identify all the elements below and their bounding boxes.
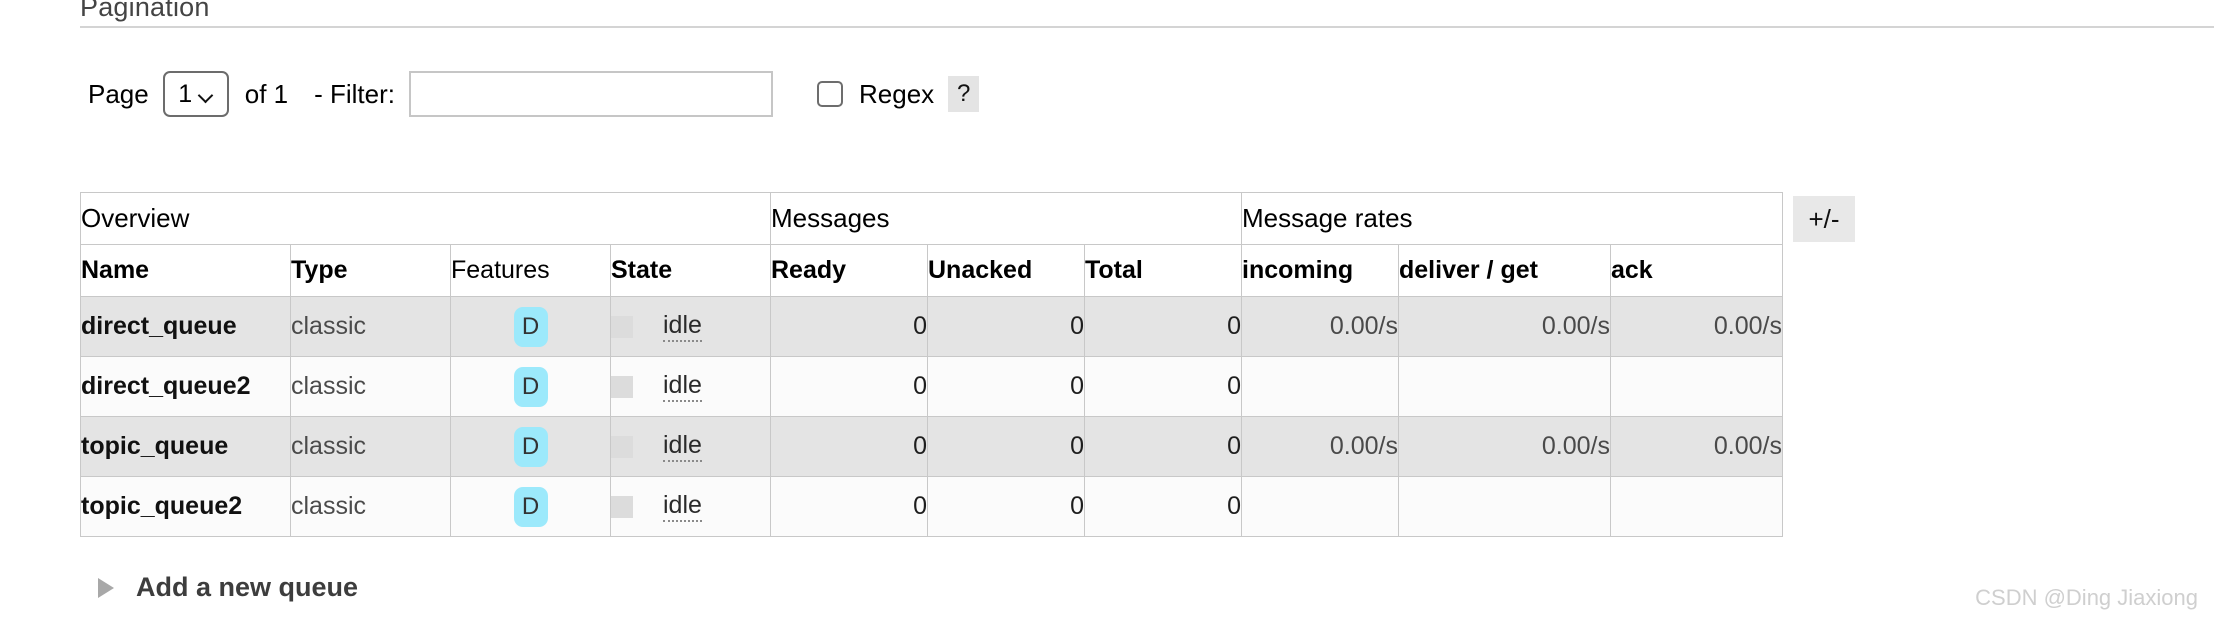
messages-ready: 0	[770, 476, 928, 537]
queue-type: classic	[290, 416, 451, 477]
durable-badge-icon[interactable]: D	[513, 366, 548, 407]
queue-features: D	[450, 476, 611, 537]
rate-incoming	[1241, 356, 1399, 417]
regex-option: Regex ?	[817, 76, 980, 112]
queue-features: D	[450, 416, 611, 477]
section-divider	[80, 26, 2214, 28]
table-row: direct_queue classic D idle 0 0 0 0.00/s…	[80, 296, 1783, 357]
table-row: topic_queue2 classic D idle 0 0 0	[80, 476, 1783, 537]
state-swatch-icon	[611, 375, 633, 398]
queue-state: idle	[610, 356, 771, 417]
rate-incoming: 0.00/s	[1241, 296, 1399, 357]
state-label: idle	[663, 491, 702, 522]
column-header-unacked[interactable]: Unacked	[927, 244, 1085, 297]
page-title: Pagination	[80, 0, 210, 22]
group-header-messages: Messages	[770, 192, 1242, 245]
column-header-incoming[interactable]: incoming	[1241, 244, 1399, 297]
column-header-state[interactable]: State	[610, 244, 771, 297]
group-header-message-rates: Message rates	[1241, 192, 1783, 245]
messages-total: 0	[1084, 356, 1242, 417]
queue-features: D	[450, 296, 611, 357]
state-label: idle	[663, 311, 702, 342]
add-new-queue-toggle[interactable]: Add a new queue	[98, 572, 358, 603]
queue-name-link[interactable]: topic_queue2	[80, 476, 291, 537]
filter-label: - Filter:	[314, 78, 395, 109]
page-label: Page	[88, 78, 149, 109]
messages-total: 0	[1084, 416, 1242, 477]
pagination-controls: Page 1 of 1 - Filter: Regex ?	[88, 70, 980, 118]
queues-table: Overview Messages Message rates Name Typ…	[80, 192, 1783, 537]
rate-incoming	[1241, 476, 1399, 537]
triangle-right-icon	[98, 577, 114, 598]
rate-ack: 0.00/s	[1610, 416, 1783, 477]
queue-type: classic	[290, 356, 451, 417]
filter-input[interactable]	[409, 71, 773, 117]
messages-unacked: 0	[927, 296, 1085, 357]
state-label: idle	[663, 431, 702, 462]
durable-badge-icon[interactable]: D	[513, 486, 548, 527]
queue-name-link[interactable]: direct_queue2	[80, 356, 291, 417]
rate-ack	[1610, 476, 1783, 537]
rate-incoming: 0.00/s	[1241, 416, 1399, 477]
column-header-deliver-get[interactable]: deliver / get	[1398, 244, 1611, 297]
page-select-value: 1	[178, 79, 193, 108]
rate-deliver-get: 0.00/s	[1398, 416, 1611, 477]
messages-unacked: 0	[927, 356, 1085, 417]
column-header-ack[interactable]: ack	[1610, 244, 1783, 297]
queue-state: idle	[610, 296, 771, 357]
table-row: topic_queue classic D idle 0 0 0 0.00/s …	[80, 416, 1783, 477]
column-header-type[interactable]: Type	[290, 244, 451, 297]
rate-ack	[1610, 356, 1783, 417]
table-group-header-row: Overview Messages Message rates	[80, 192, 1783, 245]
queue-type: classic	[290, 296, 451, 357]
chevron-down-icon	[200, 90, 213, 98]
table-column-header-row: Name Type Features State Ready Unacked T…	[80, 244, 1783, 297]
group-header-overview: Overview	[80, 192, 771, 245]
messages-ready: 0	[770, 416, 928, 477]
queue-name-link[interactable]: topic_queue	[80, 416, 291, 477]
table-row: direct_queue2 classic D idle 0 0 0	[80, 356, 1783, 417]
messages-ready: 0	[770, 356, 928, 417]
state-label: idle	[663, 371, 702, 402]
rate-deliver-get	[1398, 356, 1611, 417]
page-total-label: of 1	[244, 78, 289, 109]
messages-total: 0	[1084, 296, 1242, 357]
state-swatch-icon	[611, 435, 633, 458]
state-swatch-icon	[611, 495, 633, 518]
regex-label: Regex	[859, 78, 935, 109]
column-header-total[interactable]: Total	[1084, 244, 1242, 297]
queue-state: idle	[610, 476, 771, 537]
rate-ack: 0.00/s	[1610, 296, 1783, 357]
page-select[interactable]: 1	[162, 71, 229, 117]
queue-state: idle	[610, 416, 771, 477]
messages-unacked: 0	[927, 476, 1085, 537]
rate-deliver-get	[1398, 476, 1611, 537]
queue-name-link[interactable]: direct_queue	[80, 296, 291, 357]
regex-checkbox[interactable]	[817, 81, 843, 107]
queue-features: D	[450, 356, 611, 417]
durable-badge-icon[interactable]: D	[513, 306, 548, 347]
durable-badge-icon[interactable]: D	[513, 426, 548, 467]
toggle-columns-button[interactable]: +/-	[1793, 196, 1855, 242]
regex-help-button[interactable]: ?	[948, 76, 980, 112]
messages-unacked: 0	[927, 416, 1085, 477]
queue-type: classic	[290, 476, 451, 537]
column-header-name[interactable]: Name	[80, 244, 291, 297]
watermark: CSDN @Ding Jiaxiong	[1975, 585, 2198, 610]
state-swatch-icon	[611, 315, 633, 338]
rate-deliver-get: 0.00/s	[1398, 296, 1611, 357]
column-header-ready[interactable]: Ready	[770, 244, 928, 297]
messages-total: 0	[1084, 476, 1242, 537]
add-new-queue-label: Add a new queue	[136, 572, 359, 602]
column-header-features: Features	[450, 244, 611, 297]
messages-ready: 0	[770, 296, 928, 357]
